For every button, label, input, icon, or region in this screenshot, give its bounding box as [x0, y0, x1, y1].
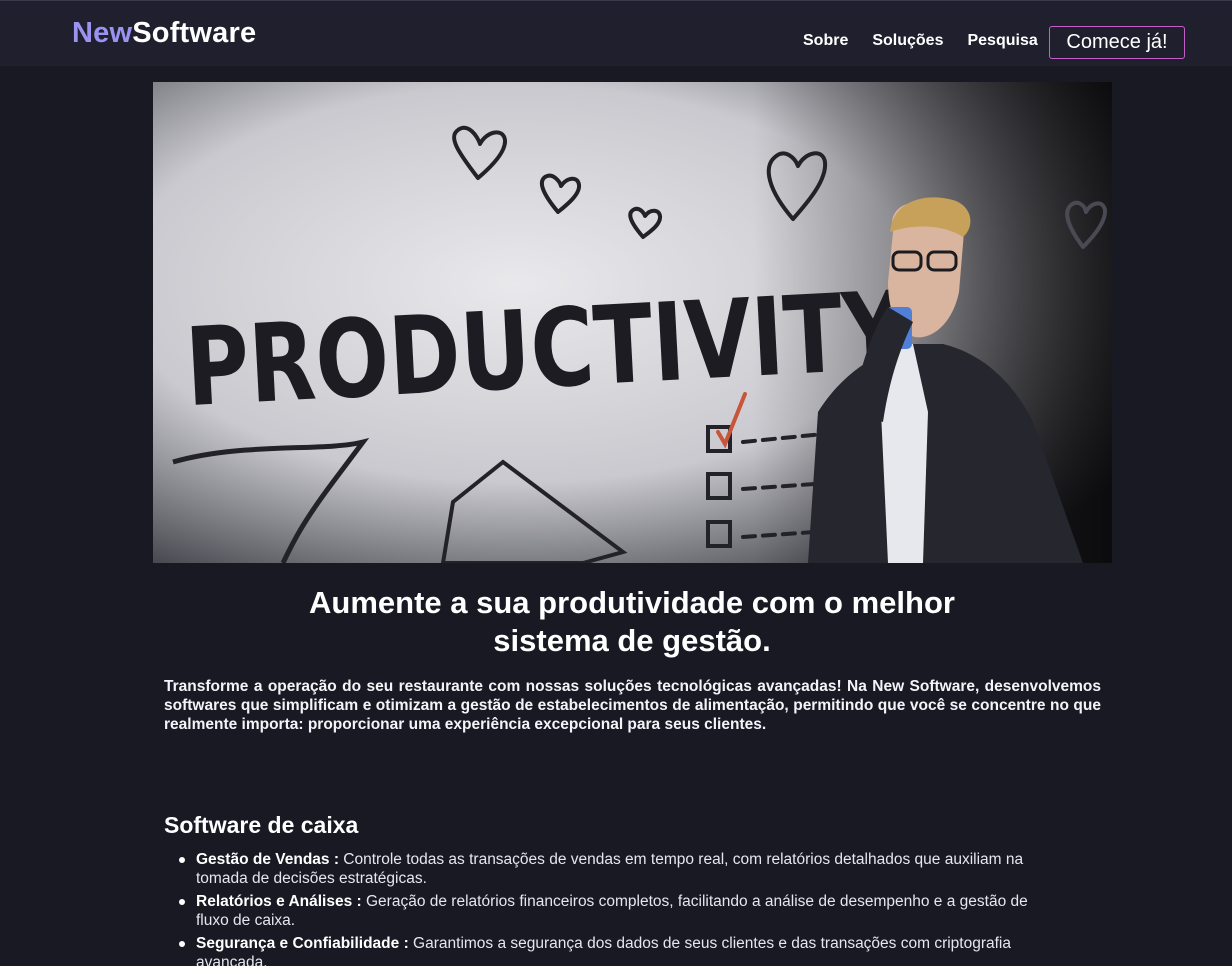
page-headline: Aumente a sua produtividade com o melhor… — [232, 584, 1032, 660]
feature-item-seguranca: Segurança e Confiabilidade : Garantimos … — [179, 934, 1036, 966]
feature-title: Relatórios e Análises : — [196, 893, 362, 910]
headline-line-1: Aumente a sua produtividade com o melhor — [309, 585, 955, 620]
hero-illustration: PRODUCTIVITY — [153, 82, 1112, 563]
feature-title: Segurança e Confiabilidade : — [196, 935, 409, 952]
comece-ja-button[interactable]: Comece já! — [1049, 26, 1185, 59]
brand-logo-part1: New — [72, 17, 133, 49]
intro-paragraph: Transforme a operação do seu restaurante… — [164, 678, 1101, 733]
nav-link-sobre[interactable]: Sobre — [803, 32, 848, 50]
feature-item-relatorios: Relatórios e Análises : Geração de relat… — [179, 892, 1036, 930]
feature-title: Gestão de Vendas : — [196, 851, 339, 868]
nav-links: Sobre Soluções Pesquisa — [803, 32, 1062, 50]
feature-item-vendas: Gestão de Vendas : Controle todas as tra… — [179, 850, 1036, 888]
hero-image: PRODUCTIVITY — [153, 82, 1112, 563]
nav-link-solucoes[interactable]: Soluções — [872, 32, 943, 50]
section-title: Software de caixa — [164, 812, 359, 838]
headline-line-2: sistema de gestão. — [493, 623, 771, 658]
navbar: NewSoftware Sobre Soluções Pesquisa Come… — [0, 0, 1232, 66]
brand-logo-part2: Software — [132, 17, 257, 49]
feature-list: Gestão de Vendas : Controle todas as tra… — [179, 850, 1036, 966]
brand-logo[interactable]: NewSoftware — [72, 17, 256, 50]
nav-link-pesquisa[interactable]: Pesquisa — [967, 32, 1037, 50]
